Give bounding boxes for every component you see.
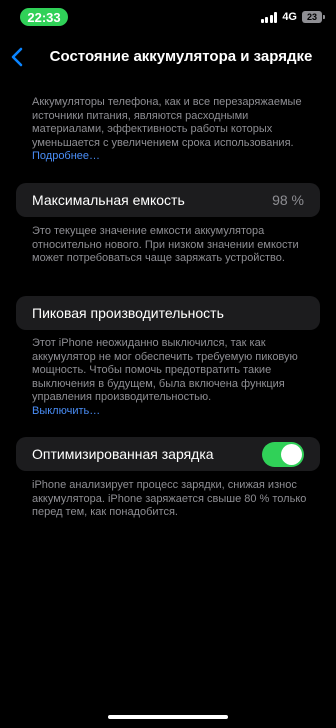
status-indicators: 4G 23 (260, 11, 325, 23)
network-type-label: 4G (282, 11, 297, 23)
peak-performance-cell: Пиковая производительность (16, 296, 320, 330)
optimized-charging-toggle[interactable] (262, 441, 304, 467)
optimized-charging-cell: Оптимизированная зарядка (16, 437, 320, 471)
status-bar: 22:33 4G 23 (0, 0, 336, 34)
disable-performance-management-link[interactable]: Выключить… (32, 405, 312, 419)
cellular-signal-icon (260, 11, 278, 23)
battery-icon: 23 (302, 11, 325, 23)
intro-description: Аккумуляторы телефона, как и все перезар… (32, 96, 312, 164)
max-capacity-cell: Максимальная емкость 98 % (16, 183, 320, 217)
learn-more-link[interactable]: Подробнее… (32, 150, 100, 162)
peak-performance-label: Пиковая производительность (32, 305, 224, 321)
max-capacity-label: Максимальная емкость (32, 192, 185, 208)
max-capacity-value: 98 % (272, 192, 304, 208)
intro-text: Аккумуляторы телефона, как и все перезар… (32, 96, 302, 149)
peak-performance-footnote: Этот iPhone неожиданно выключился, так к… (32, 337, 298, 403)
battery-level: 23 (306, 12, 317, 22)
back-chevron-icon[interactable] (9, 47, 27, 67)
status-time[interactable]: 22:33 (20, 8, 68, 26)
page-title: Состояние аккумулятора и зарядке (49, 48, 313, 65)
navigation-bar: Состояние аккумулятора и зарядке (0, 42, 336, 72)
peak-performance-description: Этот iPhone неожиданно выключился, так к… (32, 337, 312, 418)
home-indicator[interactable] (108, 715, 228, 719)
optimized-charging-footnote: iPhone анализирует процесс зарядки, сниж… (32, 479, 307, 518)
toggle-knob (281, 443, 302, 465)
max-capacity-footnote: Это текущее значение емкости аккумулятор… (32, 225, 299, 264)
optimized-charging-label: Оптимизированная зарядка (32, 446, 214, 462)
